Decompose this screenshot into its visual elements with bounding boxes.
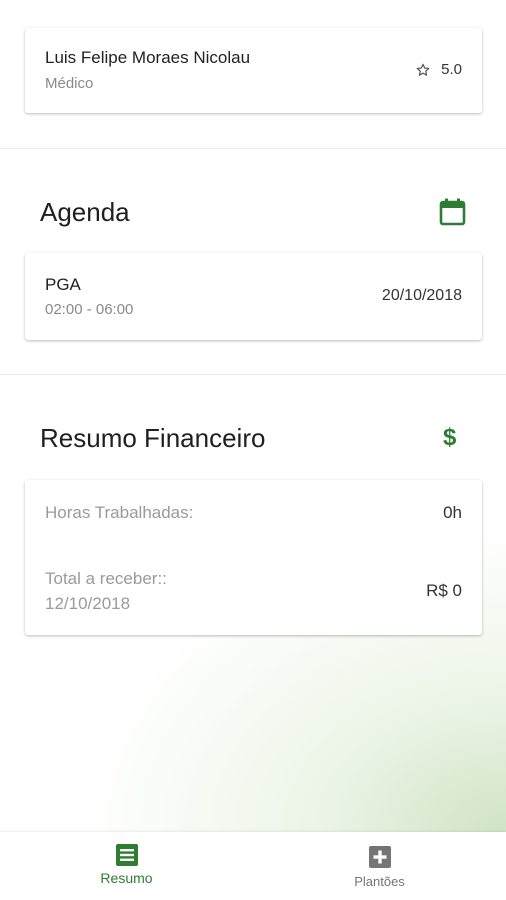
calendar-icon[interactable]: [439, 198, 466, 226]
hours-label: Horas Trabalhadas:: [45, 503, 194, 522]
total-label: Total a receber::: [45, 569, 167, 588]
nav-plantoes[interactable]: Plantões: [253, 832, 506, 900]
profile-name: Luis Felipe Moraes Nicolau: [45, 48, 251, 67]
plus-box-icon: [368, 846, 391, 868]
finance-card: Horas Trabalhadas: 0h Total a receber:: …: [25, 480, 482, 635]
shift-date: 20/10/2018: [381, 287, 462, 304]
agenda-title: Agenda: [40, 197, 130, 227]
agenda-item-card[interactable]: PGA 02:00 - 06:00 20/10/2018: [25, 253, 482, 340]
background-gradient: [0, 0, 506, 832]
hours-value: 0h: [443, 503, 462, 522]
shift-title: PGA: [45, 275, 81, 294]
dollar-icon[interactable]: $: [443, 424, 456, 452]
finance-title: Resumo Financeiro: [40, 423, 266, 453]
star-icon: [416, 63, 430, 76]
total-date: 12/10/2018: [45, 594, 131, 613]
shift-time: 02:00 - 06:00: [45, 301, 134, 318]
total-value: R$ 0: [426, 581, 462, 600]
profile-role: Médico: [45, 75, 94, 92]
section-divider: [0, 148, 506, 149]
nav-label-resumo: Resumo: [100, 870, 153, 886]
list-icon: [115, 844, 138, 866]
bottom-navigation: Resumo Plantões: [0, 832, 506, 900]
profile-card[interactable]: Luis Felipe Moraes Nicolau Médico 5.0: [25, 28, 482, 113]
nav-resumo[interactable]: Resumo: [0, 832, 253, 900]
profile-rating: 5.0: [415, 61, 462, 78]
rating-value: 5.0: [441, 61, 462, 78]
section-divider: [0, 374, 506, 375]
nav-label-plantoes: Plantões: [354, 874, 405, 889]
